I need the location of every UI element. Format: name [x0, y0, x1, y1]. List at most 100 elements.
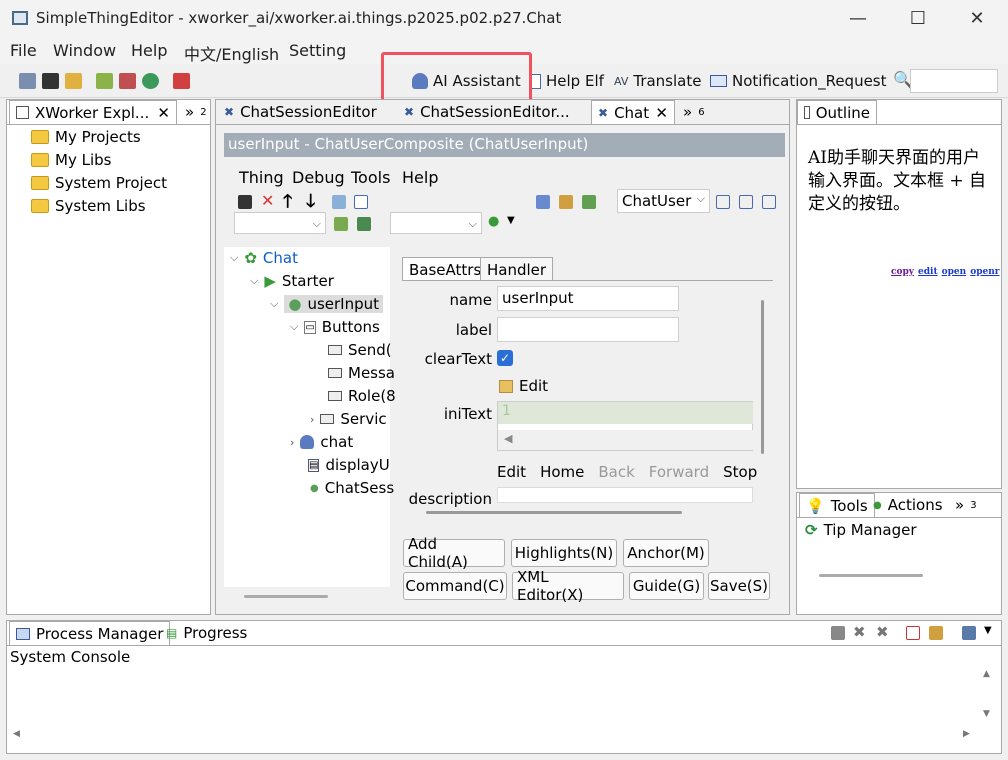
tab-baseattrs[interactable]: BaseAttrs — [402, 257, 489, 281]
guide-button[interactable]: Guide(G) — [629, 572, 704, 600]
dropdown-icon[interactable]: ▼ — [507, 215, 515, 226]
tab-process-manager[interactable]: Process Manager — [9, 621, 171, 645]
save-icon[interactable] — [42, 73, 59, 89]
notification-request-button[interactable]: Notification_Request — [710, 72, 887, 90]
tree-item-starter[interactable]: ⌵ ▶ Starter — [250, 272, 334, 290]
tree-item-chat-session[interactable]: ● ChatSess — [310, 479, 394, 497]
tab-handler[interactable]: Handler — [480, 257, 554, 281]
tab-chat-session-editor[interactable]: ✖ ChatSessionEditor — [218, 100, 383, 124]
tab-chat-session-editor-2[interactable]: ✖ ChatSessionEditor... — [398, 100, 576, 124]
search-input[interactable] — [910, 69, 998, 93]
open-folder-icon[interactable] — [65, 73, 82, 89]
browser-stop[interactable]: Stop — [723, 463, 757, 481]
openr-link[interactable]: openr — [970, 267, 999, 277]
save-button[interactable]: Save(S) — [708, 572, 770, 600]
run-icon[interactable] — [357, 217, 371, 231]
globe-icon[interactable] — [142, 73, 159, 89]
scroll-right-icon[interactable]: ▶ — [963, 729, 970, 739]
menu-window[interactable]: Window — [53, 41, 116, 60]
report-icon[interactable] — [119, 73, 136, 89]
close-button[interactable]: ✕ — [957, 6, 997, 32]
clear-icon[interactable] — [906, 626, 920, 640]
open-link[interactable]: open — [942, 267, 967, 277]
label-field[interactable] — [497, 317, 679, 342]
view-menu-icon[interactable]: ▼ — [984, 625, 992, 636]
tool-icon[interactable] — [716, 195, 730, 209]
maximize-button[interactable]: ☐ — [898, 6, 938, 32]
tree-item-my-projects[interactable]: My Projects — [31, 128, 141, 146]
tab-xworker-explorer[interactable]: XWorker Expl... ✕ — [9, 100, 177, 124]
tool-icon[interactable] — [536, 195, 550, 209]
close-icon[interactable]: ✕ — [655, 104, 668, 122]
run-icon[interactable] — [334, 217, 348, 231]
menu-debug[interactable]: Debug — [292, 168, 345, 187]
tree-item-userinput[interactable]: ⌵ ● userInput — [270, 295, 383, 313]
menu-setting[interactable]: Setting — [289, 41, 346, 60]
editor-overflow[interactable]: » 6 — [677, 100, 711, 124]
help-elf-button[interactable]: Help Elf — [529, 72, 604, 90]
console-output[interactable] — [9, 667, 979, 727]
tools-scrollbar[interactable] — [819, 574, 923, 577]
edit-link[interactable]: Edit — [499, 377, 548, 395]
save-icon[interactable] — [238, 195, 252, 209]
expand-icon[interactable]: › — [290, 436, 294, 449]
scroll-left-icon[interactable]: ◀ — [13, 729, 20, 739]
tab-outline[interactable]: Outline — [797, 100, 877, 124]
flag-icon[interactable] — [582, 195, 596, 209]
menu-help[interactable]: Help — [402, 168, 438, 187]
tree-item-system-libs[interactable]: System Libs — [31, 197, 146, 215]
tree-item-role[interactable]: Role(8 — [328, 387, 396, 405]
tree-item-send[interactable]: Send( — [328, 341, 392, 359]
tree-item-message[interactable]: Messa — [328, 364, 395, 382]
tree-item-chat-child[interactable]: › chat — [290, 433, 353, 451]
thing-select[interactable]: ⌵ — [234, 212, 326, 234]
menu-thing[interactable]: Thing — [239, 168, 284, 187]
anchor-button[interactable]: Anchor(M) — [623, 539, 709, 567]
tree-scrollbar[interactable] — [244, 595, 328, 598]
browser-home[interactable]: Home — [540, 463, 584, 481]
description-browser[interactable] — [497, 487, 753, 503]
tree-item-service[interactable]: › Servic — [310, 410, 387, 428]
tab-actions[interactable]: ● Actions — [867, 493, 949, 517]
tab-chat[interactable]: ✖ Chat ✕ — [591, 100, 675, 124]
play-icon[interactable]: ● — [488, 214, 499, 229]
tree-item-buttons[interactable]: ⌵ ▭ Buttons — [290, 318, 380, 336]
form-hscrollbar[interactable] — [426, 511, 682, 514]
scroll-up-icon[interactable]: ▲ — [983, 669, 990, 679]
menu-language[interactable]: 中文/English — [184, 41, 279, 65]
pdf-icon[interactable] — [173, 73, 190, 89]
tools-overflow[interactable]: » 3 — [949, 493, 983, 517]
tab-tools[interactable]: 💡 Tools — [799, 493, 875, 517]
add-child-button[interactable]: Add Child(A) — [403, 535, 505, 571]
tree-item-chat[interactable]: ⌵ ✿ Chat — [230, 249, 298, 267]
copy-icon[interactable] — [332, 195, 346, 209]
edit-link[interactable]: edit — [918, 267, 938, 277]
scroll-down-icon[interactable]: ▼ — [983, 709, 990, 719]
tool-icon[interactable] — [559, 195, 573, 209]
close-icon[interactable]: ✕ — [157, 104, 170, 122]
tree-item-my-libs[interactable]: My Libs — [31, 151, 111, 169]
tab-progress[interactable]: ▤ Progress — [160, 621, 253, 645]
xml-icon[interactable] — [354, 195, 368, 209]
tree-item-display[interactable]: ▤ displayU — [308, 456, 390, 474]
home-icon[interactable] — [19, 73, 36, 89]
action-select[interactable]: ⌵ — [390, 212, 482, 234]
cleartext-checkbox[interactable]: ✓ — [497, 350, 513, 366]
stop-icon[interactable] — [831, 626, 845, 640]
delete-icon[interactable]: ✕ — [261, 191, 274, 210]
menu-file[interactable]: File — [10, 41, 37, 60]
remove-all-icon[interactable]: ✖ — [876, 623, 889, 641]
form-scrollbar[interactable] — [761, 300, 764, 454]
tool-icon[interactable] — [739, 195, 753, 209]
tree-item-system-project[interactable]: System Project — [31, 174, 167, 192]
chatuser-select[interactable]: ChatUser ⌵ — [617, 189, 710, 213]
wand-icon[interactable] — [96, 73, 113, 89]
minimize-button[interactable]: — — [838, 6, 878, 32]
initext-scrollbar[interactable]: ◀ — [498, 430, 753, 450]
lock-icon[interactable] — [929, 626, 943, 640]
highlights-button[interactable]: Highlights(N) — [511, 539, 617, 567]
command-button[interactable]: Command(C) — [403, 572, 507, 600]
explorer-overflow[interactable]: » 2 — [179, 100, 213, 124]
display-icon[interactable] — [962, 626, 976, 640]
browser-edit[interactable]: Edit — [497, 463, 526, 481]
